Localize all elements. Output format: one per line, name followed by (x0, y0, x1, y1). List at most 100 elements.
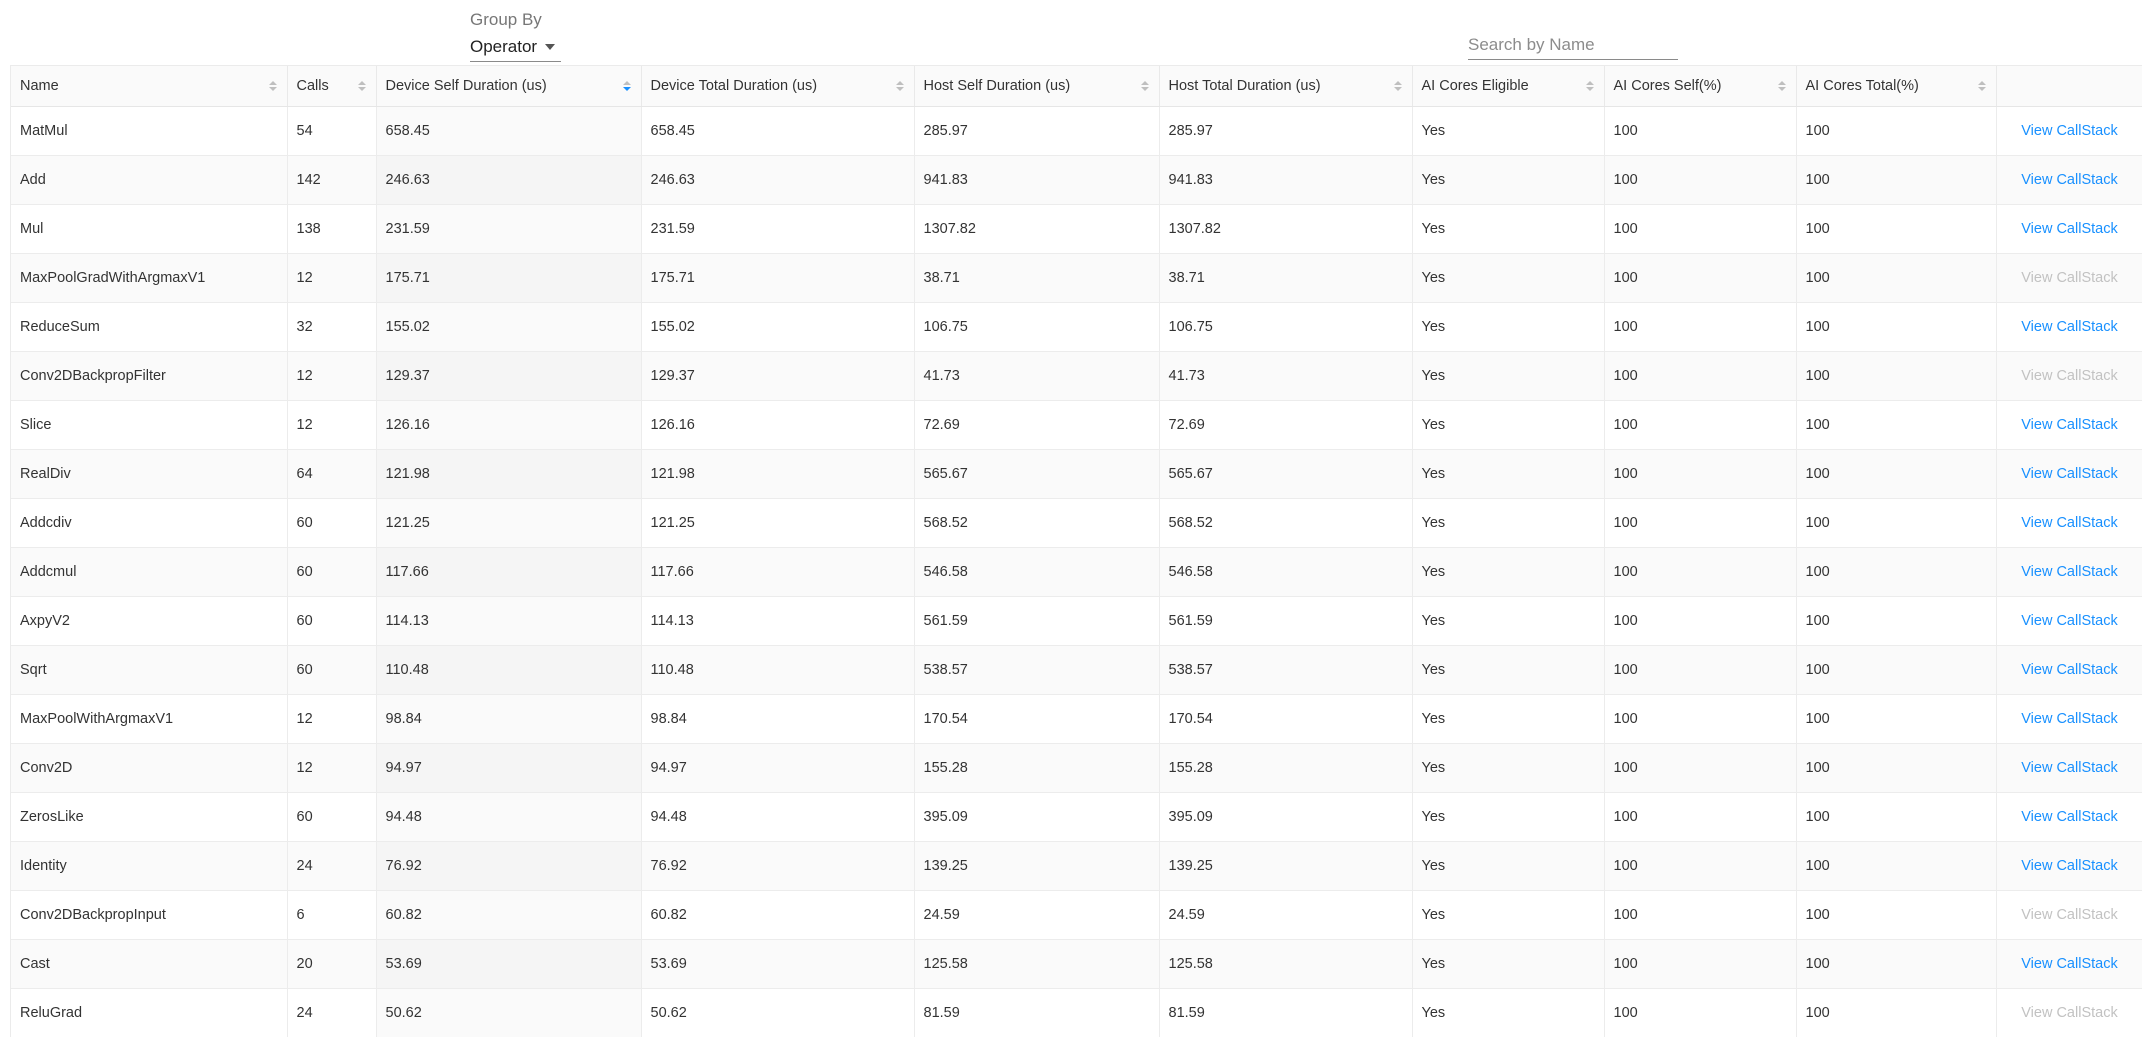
sort-ascending-icon (1140, 80, 1149, 85)
sort-ascending-icon (268, 80, 277, 85)
host-self-duration-cell: 941.83 (914, 155, 1160, 205)
calls-cell: 64 (287, 449, 377, 499)
name-cell: Addcdiv (11, 498, 288, 548)
ai-cores-self-cell: 100 (1604, 645, 1797, 695)
view-callstack-link[interactable]: View CallStack (2021, 515, 2117, 531)
calls-cell: 32 (287, 302, 377, 352)
device-self-duration-cell: 117.66 (376, 547, 642, 597)
ai-cores-total-cell: 100 (1796, 302, 1997, 352)
sort-icon[interactable] (1585, 80, 1594, 91)
column-header-host-total-duration[interactable]: Host Total Duration (us) (1159, 66, 1413, 107)
host-total-duration-cell: 41.73 (1159, 351, 1413, 401)
table-row: Sqrt 60 110.48 110.48 538.57 538.57 Yes 100 100 V… (11, 645, 2142, 695)
sort-descending-icon (1140, 86, 1149, 91)
ai-cores-self-cell: 100 (1604, 939, 1797, 989)
actions-cell: View CallStack (1996, 253, 2142, 303)
column-header-calls[interactable]: Calls (287, 66, 377, 107)
host-self-duration-cell: 139.25 (914, 841, 1160, 891)
column-header-label: Calls (296, 77, 329, 94)
host-total-duration-cell: 72.69 (1159, 400, 1413, 450)
view-callstack-link[interactable]: View CallStack (2021, 956, 2117, 972)
host-total-duration-cell: 81.59 (1159, 988, 1413, 1037)
sort-descending-icon (1777, 86, 1786, 91)
device-total-duration-cell: 94.97 (641, 743, 915, 793)
name-cell: Sqrt (11, 645, 288, 695)
sort-icon[interactable] (1777, 80, 1786, 91)
group-by-select[interactable]: Operator (470, 32, 562, 62)
table-header-row: Name Calls Device Self Duration (us) Device… (11, 66, 2142, 107)
ai-cores-total-cell: 100 (1796, 400, 1997, 450)
view-callstack-link[interactable]: View CallStack (2021, 711, 2117, 727)
view-callstack-link[interactable]: View CallStack (2021, 858, 2117, 874)
view-callstack-link[interactable]: View CallStack (2021, 564, 2117, 580)
view-callstack-link[interactable]: View CallStack (2021, 221, 2117, 237)
name-cell: MaxPoolGradWithArgmaxV1 (11, 253, 288, 303)
actions-cell: View CallStack (1996, 302, 2142, 352)
host-self-duration-cell: 38.71 (914, 253, 1160, 303)
host-self-duration-cell: 125.58 (914, 939, 1160, 989)
column-header-ai-cores-total[interactable]: AI Cores Total(%) (1796, 66, 1997, 107)
view-callstack-link[interactable]: View CallStack (2021, 613, 2117, 629)
column-header-device-self-duration[interactable]: Device Self Duration (us) (376, 66, 642, 107)
column-header-name[interactable]: Name (11, 66, 288, 107)
device-self-duration-cell: 60.82 (376, 890, 642, 940)
column-header-ai-cores-self[interactable]: AI Cores Self(%) (1604, 66, 1797, 107)
calls-cell: 20 (287, 939, 377, 989)
sort-icon[interactable] (1140, 80, 1149, 91)
search-input[interactable] (1468, 30, 1678, 60)
actions-cell: View CallStack (1996, 449, 2142, 499)
host-self-duration-cell: 155.28 (914, 743, 1160, 793)
device-self-duration-cell: 155.02 (376, 302, 642, 352)
device-self-duration-cell: 110.48 (376, 645, 642, 695)
ai-cores-eligible-cell: Yes (1412, 155, 1605, 205)
ai-cores-total-cell: 100 (1796, 841, 1997, 891)
calls-cell: 6 (287, 890, 377, 940)
sort-icon[interactable] (268, 80, 277, 91)
device-total-duration-cell: 76.92 (641, 841, 915, 891)
view-callstack-link[interactable]: View CallStack (2021, 466, 2117, 482)
ai-cores-self-cell: 100 (1604, 302, 1797, 352)
host-total-duration-cell: 1307.82 (1159, 204, 1413, 254)
group-by-label: Group By (470, 10, 542, 29)
host-total-duration-cell: 38.71 (1159, 253, 1413, 303)
view-callstack-link: View CallStack (2021, 1004, 2118, 1021)
sort-icon[interactable] (357, 80, 366, 91)
table-row: Add 142 246.63 246.63 941.83 941.83 Yes 100 100 V… (11, 155, 2142, 205)
view-callstack-link[interactable]: View CallStack (2021, 172, 2117, 188)
sort-icon[interactable] (895, 80, 904, 91)
sort-descending-icon (1393, 86, 1402, 91)
device-total-duration-cell: 231.59 (641, 204, 915, 254)
view-callstack-link[interactable]: View CallStack (2021, 417, 2117, 433)
calls-cell: 12 (287, 743, 377, 793)
view-callstack-link[interactable]: View CallStack (2021, 123, 2117, 139)
view-callstack-link[interactable]: View CallStack (2021, 760, 2117, 776)
ai-cores-total-cell: 100 (1796, 890, 1997, 940)
sort-icon[interactable] (622, 80, 631, 91)
ai-cores-total-cell: 100 (1796, 645, 1997, 695)
sort-icon[interactable] (1977, 80, 1986, 91)
ai-cores-eligible-cell: Yes (1412, 106, 1605, 156)
ai-cores-self-cell: 100 (1604, 792, 1797, 842)
device-total-duration-cell: 94.48 (641, 792, 915, 842)
column-header-device-total-duration[interactable]: Device Total Duration (us) (641, 66, 915, 107)
column-header-label: Name (20, 77, 59, 94)
device-total-duration-cell: 98.84 (641, 694, 915, 744)
ai-cores-total-cell: 100 (1796, 694, 1997, 744)
device-total-duration-cell: 129.37 (641, 351, 915, 401)
view-callstack-link: View CallStack (2021, 269, 2118, 286)
host-total-duration-cell: 24.59 (1159, 890, 1413, 940)
view-callstack-link[interactable]: View CallStack (2021, 809, 2117, 825)
name-cell: ReduceSum (11, 302, 288, 352)
view-callstack-link[interactable]: View CallStack (2021, 662, 2117, 678)
calls-cell: 60 (287, 498, 377, 548)
column-header-ai-cores-eligible[interactable]: AI Cores Eligible (1412, 66, 1605, 107)
ai-cores-total-cell: 100 (1796, 155, 1997, 205)
calls-cell: 12 (287, 351, 377, 401)
actions-cell: View CallStack (1996, 694, 2142, 744)
ai-cores-self-cell: 100 (1604, 253, 1797, 303)
view-callstack-link[interactable]: View CallStack (2021, 319, 2117, 335)
column-header-host-self-duration[interactable]: Host Self Duration (us) (914, 66, 1160, 107)
device-total-duration-cell: 246.63 (641, 155, 915, 205)
device-self-duration-cell: 129.37 (376, 351, 642, 401)
sort-icon[interactable] (1393, 80, 1402, 91)
